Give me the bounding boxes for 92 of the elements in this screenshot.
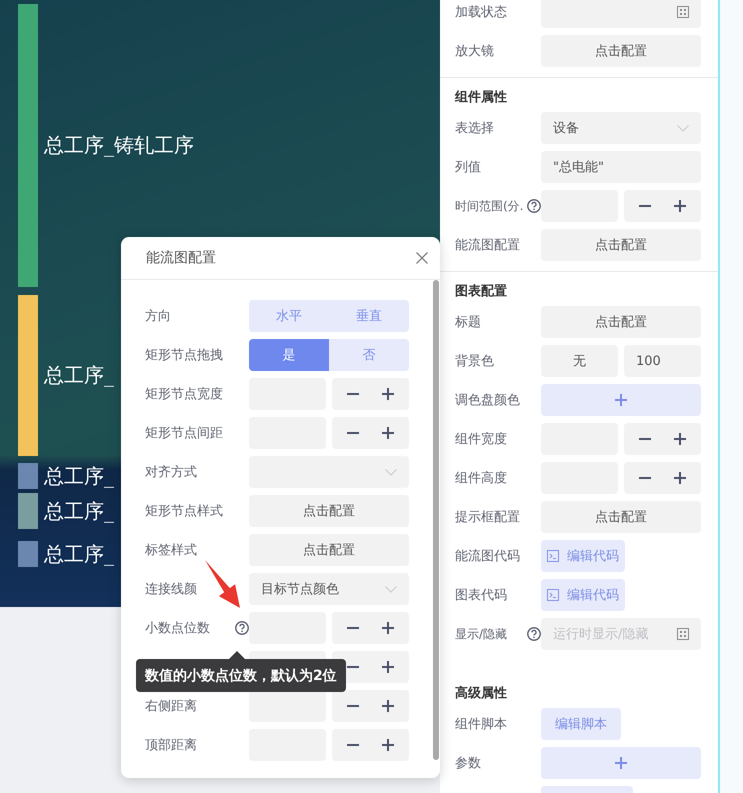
chevron-down-icon [385,586,397,592]
select-field[interactable]: 设备 [541,112,701,144]
minus-icon [347,705,360,707]
stepper-control[interactable] [332,729,409,761]
field-label: 背景色 [455,353,494,370]
plus-icon [382,622,394,634]
field-label: 顶部距离 [145,737,197,754]
input-field[interactable] [249,690,326,722]
stepper-control[interactable] [624,462,701,494]
field-label: 矩形节点宽度 [145,386,223,403]
field-label: 右侧距离 [145,698,197,715]
stepper-control[interactable] [332,417,409,449]
field-label: 组件高度 [455,470,507,487]
select-field[interactable]: 目标节点颜色 [249,573,409,605]
field-label: 矩形节点间距 [145,425,223,442]
field-label: 小数点位数 [145,620,210,637]
minus-icon [639,438,652,440]
field-label: 能流图配置 [455,237,520,254]
terminal-icon [547,589,559,601]
text-field[interactable]: "总电能" [541,151,701,183]
field-label: 标签样式 [145,542,197,559]
field-label: 显示/隐藏 [455,626,508,642]
node-label: 总工序_ [44,362,114,389]
plus-icon [674,433,686,445]
close-button[interactable] [414,250,430,266]
field-label: 放大镜 [455,43,494,60]
minus-icon [347,666,360,668]
field-label: 标题 [455,314,481,331]
plus-icon [674,472,686,484]
field-label: 矩形节点拖拽 [145,347,223,364]
field-label: 调色盘颜色 [455,392,520,409]
field-label: 参数 [455,755,481,772]
minus-icon [639,205,652,207]
chevron-down-icon [385,468,397,476]
section-heading: 图表配置 [455,284,508,300]
stepper-control[interactable] [332,690,409,722]
config-button[interactable]: 点击配置 [249,495,409,527]
select-field[interactable] [249,456,409,488]
field-label: 加载状态 [455,4,507,21]
minus-icon [347,627,360,629]
field-label: 方向 [145,308,171,325]
node-label: 总工序_铸轧工序 [44,132,194,159]
input-field[interactable] [541,190,618,222]
terminal-icon [547,550,559,562]
section-heading: 高级属性 [455,686,508,702]
field-label: 列值 [455,159,481,176]
field-label: 图表代码 [455,587,507,604]
dialog-title: 能流图配置 [146,249,216,267]
chevron-down-icon [677,124,689,132]
arrow-annotation [205,560,240,608]
number-field[interactable]: 100 [624,345,701,377]
plus-icon [615,757,627,769]
input-field[interactable] [249,612,326,644]
config-button[interactable]: 点击配置 [541,306,701,338]
config-button[interactable]: 点击配置 [541,229,701,261]
color-field[interactable]: 无 [541,345,618,377]
field-label: 时间范围(分. [455,198,524,214]
field-label: 连接线颜 [145,581,197,598]
field-label: 表选择 [455,120,494,137]
config-button[interactable]: 点击配置 [249,534,409,566]
close-icon [416,252,428,264]
config-button[interactable]: 点击配置 [541,501,701,533]
config-button[interactable]: 点击配置 [541,35,701,67]
plus-icon [674,200,686,212]
node-label: 总工序_ [44,540,114,568]
minus-icon [347,744,360,746]
plus-icon [382,700,394,712]
grid-icon [677,628,689,640]
node-label: 总工序_ [44,462,114,490]
minus-icon [639,477,652,479]
node-label: 总工序_ [44,498,114,524]
field-label: 组件宽度 [455,431,507,448]
field-label: 矩形节点样式 [145,503,223,520]
grid-icon [677,6,689,18]
plus-icon [382,739,394,751]
stepper-control[interactable] [624,190,701,222]
field-label: 组件脚本 [455,716,507,733]
field-label: 能流图代码 [455,548,520,565]
plus-icon [382,427,394,439]
plus-icon [382,388,394,400]
plus-icon [615,394,627,406]
stepper-control[interactable] [624,423,701,455]
input-field[interactable] [541,0,701,28]
tooltip: 数值的小数点位数，默认为2位 [136,659,346,692]
section-heading: 组件属性 [455,90,508,106]
stepper-control[interactable] [332,612,409,644]
minus-icon [347,393,360,395]
stepper-control[interactable] [332,378,409,410]
plus-icon [382,661,394,673]
minus-icon [347,432,360,434]
field-label: 对齐方式 [145,464,197,481]
field-label: 提示框配置 [455,509,520,526]
